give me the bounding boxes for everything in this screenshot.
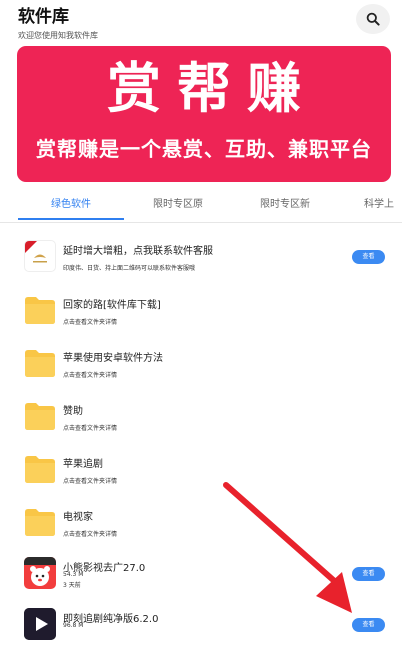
list-item[interactable]: 赞助 点击查看文件夹详情 [0,400,402,456]
item-title: 赞助 [63,406,83,417]
list-item[interactable]: 回家的路[软件库下载] 点击查看文件夹详情 [0,294,402,350]
play-app-icon [24,608,56,640]
tab-green-software[interactable]: 绿色软件 [18,190,124,221]
page-subtitle: 欢迎您使用知我软件库 [18,31,98,40]
tab-bar: 绿色软件 限时专区原 限时专区新 科学上 [0,190,402,223]
banner-title: 赏帮赚 [107,57,317,120]
item-description: 点击查看文件夹详情 [63,372,118,379]
page-title: 软件库 [18,7,69,27]
item-description: 点击查看文件夹详情 [63,425,118,432]
banner[interactable]: 赏帮赚 赏帮赚是一个悬赏、互助、兼职平台 [17,46,391,182]
view-button[interactable]: 查看 [352,618,385,632]
item-title: 电视家 [63,512,93,523]
item-description: 点击查看文件夹详情 [63,478,118,485]
folder-icon [24,294,56,326]
folder-icon [24,506,56,538]
list-item[interactable]: 小熊影视去广27.0 54.3 M 3 天前 查看 [0,557,402,613]
item-size: 54.3 M [63,571,84,578]
list-item[interactable]: 即刻追剧纯净版6.2.0 96.8 M 查看 [0,608,402,664]
folder-icon [24,347,56,379]
folder-icon [24,400,56,432]
item-date: 3 天前 [63,582,81,589]
tab-limited-original[interactable]: 限时专区原 [128,190,228,221]
search-button[interactable] [356,4,390,34]
tab-limited-new[interactable]: 限时专区新 [235,190,335,221]
list-item[interactable]: 苹果追剧 点击查看文件夹详情 [0,453,402,509]
list-item[interactable]: 电视家 点击查看文件夹详情 [0,506,402,562]
item-title: 延时增大增粗，点我联系软件客服 [63,246,213,257]
tab-science[interactable]: 科学上 [364,190,402,221]
item-title: 苹果追剧 [63,459,103,470]
folder-icon [24,453,56,485]
item-title: 回家的路[软件库下载] [63,300,161,311]
item-description: 点击查看文件夹详情 [63,531,118,538]
header: 软件库 欢迎您使用知我软件库 [18,6,98,41]
list-item[interactable]: 延时增大增粗，点我联系软件客服 印度伟、日货、持上面二维码可以联系软件客服哦 查… [0,240,402,296]
active-tab-indicator [18,218,124,220]
item-title: 苹果使用安卓软件方法 [63,353,163,364]
view-button[interactable]: 查看 [352,567,385,581]
item-description: 印度伟、日货、持上面二维码可以联系软件客服哦 [63,265,196,272]
bear-app-icon [24,557,56,589]
item-description: 点击查看文件夹详情 [63,319,118,326]
item-size: 96.8 M [63,622,84,629]
search-icon [366,12,380,26]
banner-slogan: 赏帮赚是一个悬赏、互助、兼职平台 [36,137,372,161]
app-store-icon [24,240,56,272]
view-button[interactable]: 查看 [352,250,385,264]
list-item[interactable]: 苹果使用安卓软件方法 点击查看文件夹详情 [0,347,402,403]
